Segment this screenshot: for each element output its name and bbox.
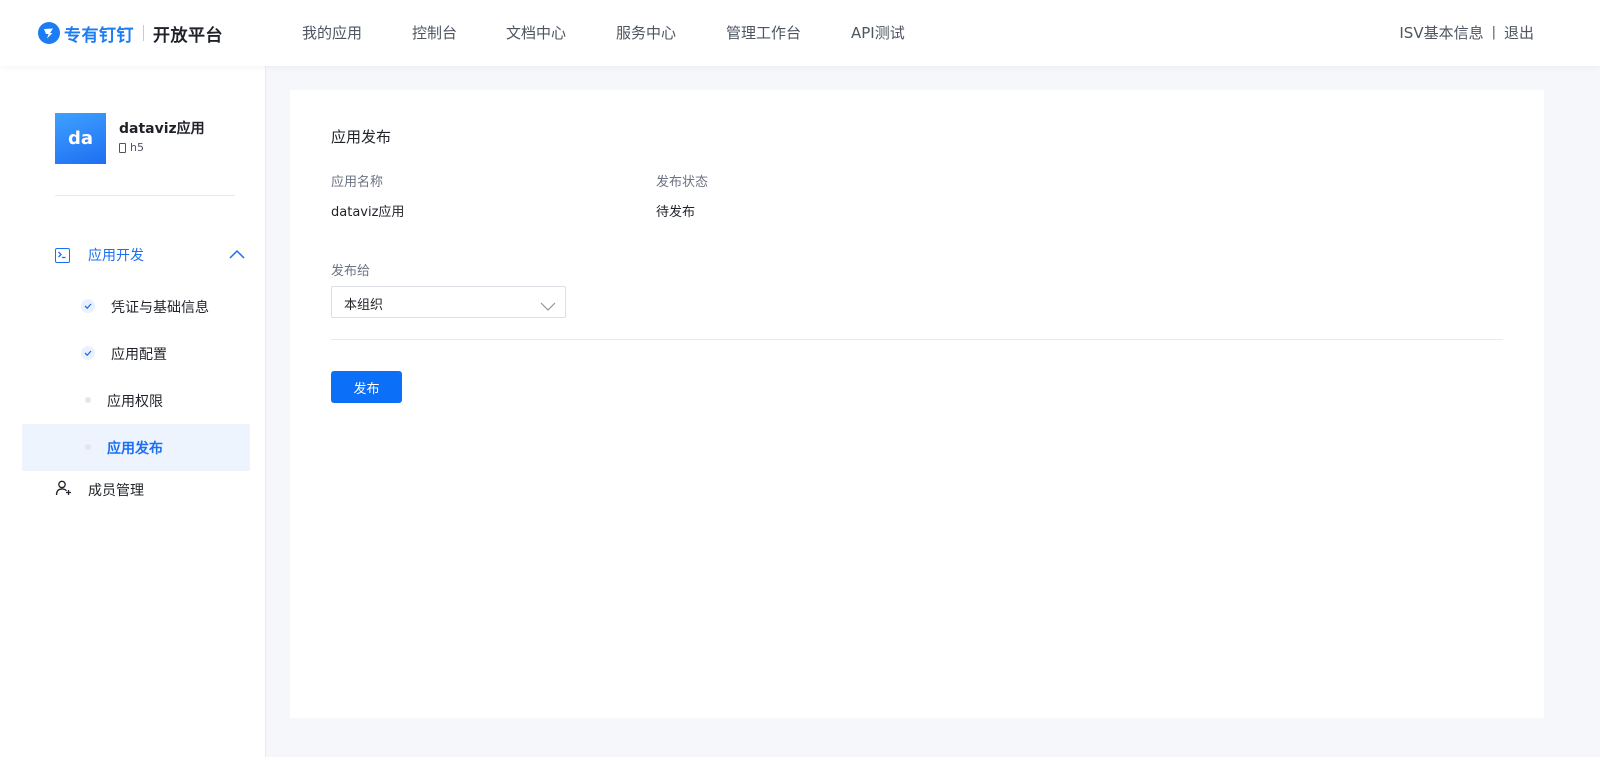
publish-button[interactable]: 发布 xyxy=(331,371,402,403)
header-separator: | xyxy=(1491,25,1496,40)
nav-admin[interactable]: 管理工作台 xyxy=(726,22,801,43)
publish-to-label: 发布给 xyxy=(331,264,371,279)
top-header: 专有钉钉 开放平台 我的应用 控制台 文档中心 服务中心 管理工作台 API测试… xyxy=(0,0,1600,66)
terminal-icon xyxy=(55,247,70,263)
publish-status-label: 发布状态 xyxy=(656,175,709,190)
chevron-up-icon[interactable] xyxy=(229,247,245,263)
publish-card: 应用发布 应用名称 dataviz应用 发布状态 待发布 发布给 本组织 发布 xyxy=(290,90,1544,718)
app-name-label: 应用名称 xyxy=(331,175,384,190)
sidebar-item-config[interactable]: 应用配置 xyxy=(22,330,250,377)
sidebar-divider xyxy=(55,195,235,196)
sidebar: da dataviz应用 h5 应用开发 凭证与基础信息 应用配置 应用权限 应… xyxy=(0,66,266,757)
sidebar-item-members[interactable]: 成员管理 xyxy=(55,480,144,500)
check-icon xyxy=(81,346,95,360)
nav-service[interactable]: 服务中心 xyxy=(616,22,676,43)
sidebar-item-permissions[interactable]: 应用权限 xyxy=(22,377,250,424)
user-add-icon xyxy=(55,479,73,501)
isv-info-link[interactable]: ISV基本信息 xyxy=(1399,22,1483,43)
check-icon xyxy=(81,299,95,313)
logo-divider xyxy=(143,25,144,41)
menu-app-dev-header[interactable]: 应用开发 xyxy=(55,243,245,267)
sidebar-item-label: 应用配置 xyxy=(111,346,167,363)
dingtalk-logo-icon xyxy=(38,22,60,44)
sidebar-item-label: 成员管理 xyxy=(88,483,144,499)
nav-api-test[interactable]: API测试 xyxy=(851,22,905,43)
sidebar-item-credentials[interactable]: 凭证与基础信息 xyxy=(22,283,250,330)
publish-to-select[interactable]: 本组织 xyxy=(331,286,566,318)
page-title: 应用发布 xyxy=(331,128,392,146)
logo-brand: 专有钉钉 xyxy=(64,25,134,46)
sidebar-item-label: 应用发布 xyxy=(107,440,163,457)
status-dot-icon xyxy=(85,444,91,450)
menu-app-dev-label: 应用开发 xyxy=(88,248,144,264)
app-avatar: da xyxy=(55,113,106,164)
header-account: ISV基本信息 | 退出 xyxy=(1399,22,1534,43)
app-name-value: dataviz应用 xyxy=(331,205,405,220)
nav-docs[interactable]: 文档中心 xyxy=(506,22,566,43)
logo-platform: 开放平台 xyxy=(153,25,223,46)
card-divider xyxy=(331,339,1503,340)
sidebar-item-label: 应用权限 xyxy=(107,393,163,410)
status-dot-icon xyxy=(85,397,91,403)
phone-icon xyxy=(119,142,126,153)
nav-console[interactable]: 控制台 xyxy=(412,22,457,43)
logout-link[interactable]: 退出 xyxy=(1504,22,1534,43)
publish-to-value: 本组织 xyxy=(344,298,384,313)
app-type-label: h5 xyxy=(130,141,144,154)
logo[interactable]: 专有钉钉 开放平台 xyxy=(38,20,223,46)
chevron-down-icon xyxy=(540,297,556,316)
sidebar-item-publish[interactable]: 应用发布 xyxy=(22,424,250,471)
app-name: dataviz应用 xyxy=(119,121,205,137)
publish-status-value: 待发布 xyxy=(656,205,696,220)
nav-my-apps[interactable]: 我的应用 xyxy=(302,22,362,43)
app-type: h5 xyxy=(119,141,144,154)
sidebar-item-label: 凭证与基础信息 xyxy=(111,299,209,316)
